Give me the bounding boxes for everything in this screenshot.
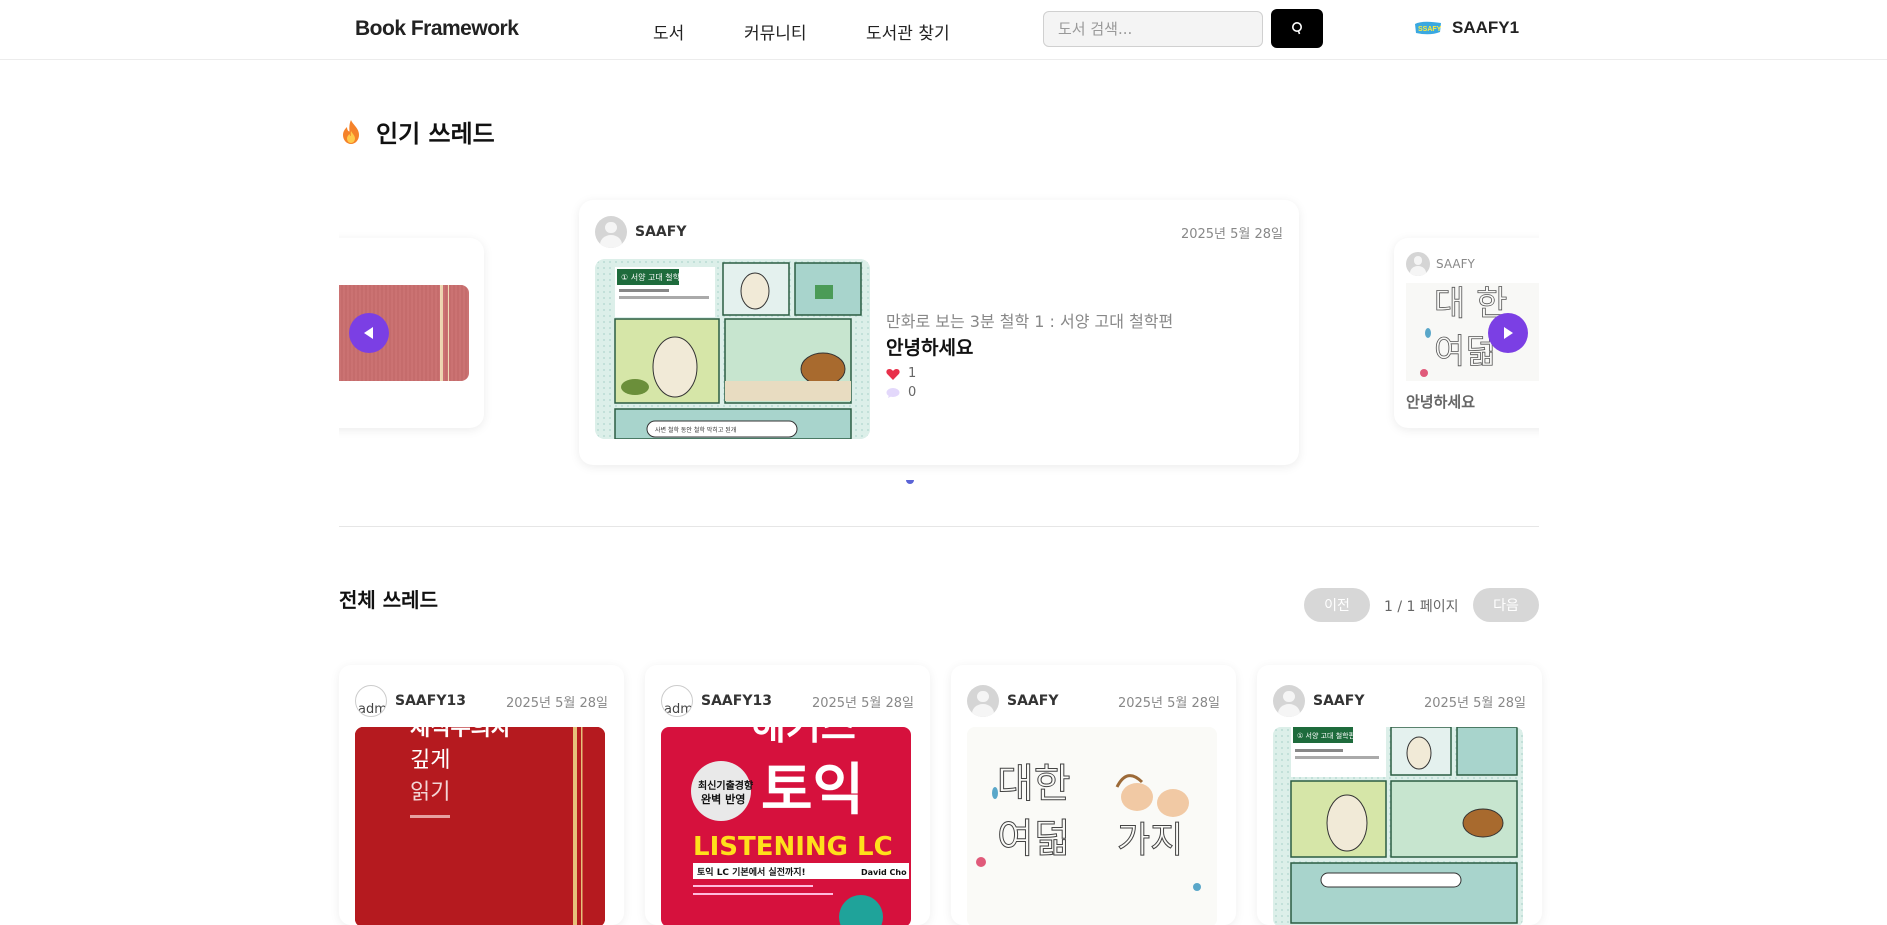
post-author: SAAFY (1273, 685, 1364, 717)
post-date: 2025년 5월 28일 (1423, 696, 1526, 711)
carousel-card-active[interactable]: SAAFY 2025년 5월 28일 ① 서양 고대 철학편 사변 철학 동안 … (579, 200, 1299, 465)
avatar (595, 216, 627, 248)
post-author: SAAFY (967, 685, 1058, 717)
carousel-next-button[interactable] (1488, 313, 1528, 353)
svg-text:대한: 대한 (997, 761, 1071, 807)
svg-text:토익 LC 기본에서 실전까지!: 토익 LC 기본에서 실전까지! (697, 866, 806, 878)
site-logo[interactable]: Book Framework (355, 17, 519, 41)
book-cover-image: 대한 여덟 가지 (967, 727, 1217, 925)
svg-text:해커스: 해커스 (751, 727, 856, 748)
svg-text:① 서양 고대 철학편: ① 서양 고대 철학편 (621, 272, 687, 282)
author-name: SAAFY (635, 224, 687, 240)
carousel-prev-button[interactable] (349, 313, 389, 353)
prev-page-button[interactable]: 이전 (1304, 588, 1370, 622)
svg-text:여덟: 여덟 (1434, 332, 1497, 372)
likes-count[interactable]: 1 (886, 366, 916, 381)
book-cover-image: ① 서양 고대 철학편 (1273, 727, 1523, 925)
fire-icon (343, 119, 359, 144)
thread-card[interactable]: SAAFY 2025년 5월 28일 ① 서양 고대 철학편 (1257, 665, 1542, 925)
post-date: 2025년 5월 28일 (811, 696, 914, 711)
ssafy-logo-icon: SSAFY (1414, 18, 1442, 38)
nav-books[interactable]: 도서 (653, 19, 684, 44)
author-name: SAAFY (1436, 257, 1475, 271)
user-menu[interactable]: SSAFY SAAFY1 (1414, 18, 1519, 38)
search-button[interactable] (1271, 9, 1323, 48)
avatar (1273, 685, 1305, 717)
thread-card[interactable]: adm SAAFY13 2025년 5월 28일 해커스 최신기출경향 완벽 반… (645, 665, 930, 925)
top-navbar: Book Framework 도서 커뮤니티 도서관 찾기 SSAFY SAAF… (0, 0, 1887, 60)
user-name: SAAFY1 (1452, 18, 1520, 37)
triangle-right-icon (1504, 327, 1513, 339)
next-page-button[interactable]: 다음 (1473, 588, 1539, 622)
heart-icon (886, 368, 900, 380)
author-name: SAAFY13 (701, 693, 772, 709)
svg-text:토익: 토익 (761, 758, 864, 823)
section-divider (339, 526, 1539, 527)
triangle-left-icon (364, 327, 373, 339)
svg-text:LISTENING LC: LISTENING LC (693, 832, 893, 862)
svg-text:읽기: 읽기 (410, 780, 450, 805)
post-author: SAAFY (1406, 252, 1475, 276)
svg-text:David Cho: David Cho (861, 868, 907, 877)
post-author: SAAFY (595, 216, 686, 248)
post-author: adm SAAFY13 (355, 685, 466, 717)
svg-text:가지: 가지 (1117, 820, 1183, 861)
thread-card[interactable]: SAAFY 2025년 5월 28일 대한 여덟 가지 (951, 665, 1236, 925)
svg-text:여덟: 여덟 (997, 816, 1071, 862)
author-name: SAAFY (1313, 693, 1365, 709)
avatar (967, 685, 999, 717)
avatar: adm (355, 685, 387, 717)
svg-text:SSAFY: SSAFY (1418, 26, 1442, 33)
all-threads-title: 전체 쓰레드 (339, 588, 438, 612)
comments-count[interactable]: 0 (886, 385, 916, 400)
post-author: adm SAAFY13 (661, 685, 772, 717)
svg-text:채식주의자: 채식주의자 (410, 727, 512, 741)
svg-text:사변 철학 동안 철학 막히고 된개: 사변 철학 동안 철학 막히고 된개 (655, 426, 736, 434)
book-cover-image: 채식주의자 깊게 읽기 (355, 727, 605, 925)
popular-section-title: 인기 쓰레드 (340, 114, 495, 149)
page-info: 1 / 1 페이지 (1384, 599, 1459, 615)
book-cover-image: 해커스 최신기출경향 완벽 반영 토익 LISTENING LC 토익 LC 기… (661, 727, 911, 925)
nav-find-library[interactable]: 도서관 찾기 (866, 19, 950, 44)
svg-text:최신기출경향: 최신기출경향 (698, 779, 754, 792)
popular-carousel: SAAFY 2025년 5월 28일 ① 서양 고대 철학편 사변 철학 동안 … (339, 180, 1539, 500)
avatar: adm (661, 685, 693, 717)
thread-card[interactable]: adm SAAFY13 2025년 5월 28일 채식주의자 깊게 읽기 (339, 665, 624, 925)
book-title[interactable]: 만화로 보는 3분 철학 1 : 서양 고대 철학편 (886, 308, 1173, 332)
search-icon (1292, 21, 1302, 34)
author-name: SAAFY13 (395, 693, 466, 709)
comment-icon (886, 387, 900, 398)
svg-text:깊게: 깊게 (410, 748, 450, 773)
book-cover-image: ① 서양 고대 철학편 사변 철학 동안 철학 막히고 된개 (595, 259, 870, 439)
post-title[interactable]: 안녕하세요 (1406, 391, 1475, 412)
author-name: SAAFY (1007, 693, 1059, 709)
popular-title-text: 인기 쓰레드 (376, 120, 495, 148)
post-title[interactable]: 안녕하세요 (886, 333, 973, 360)
avatar (1406, 252, 1430, 276)
nav-community[interactable]: 커뮤니티 (744, 19, 807, 44)
post-date: 2025년 5월 28일 (1117, 696, 1220, 711)
svg-text:① 서양 고대 철학편: ① 서양 고대 철학편 (1297, 731, 1355, 740)
search-input[interactable] (1043, 11, 1263, 47)
svg-text:완벽 반영: 완벽 반영 (701, 792, 745, 806)
post-date: 2025년 5월 28일 (505, 696, 608, 711)
post-date: 2025년 5월 28일 (1180, 227, 1283, 242)
